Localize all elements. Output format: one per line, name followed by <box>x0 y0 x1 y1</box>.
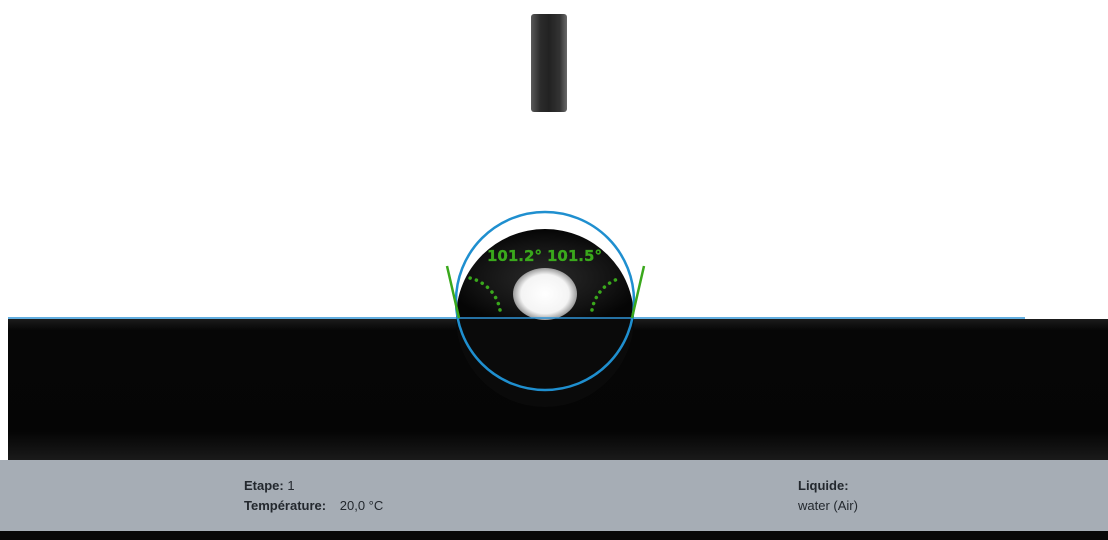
temperature-info: Température: 20,0 °C <box>244 498 383 514</box>
liquid-label: Liquide: <box>798 478 849 493</box>
camera-view: 101.2° 101.5° <box>0 0 1108 460</box>
droplet-highlight <box>513 268 577 320</box>
temperature-label: Température: <box>244 498 327 513</box>
step-label: Etape: <box>244 478 284 493</box>
temperature-value: 20,0 °C <box>339 498 384 513</box>
bottom-edge <box>0 531 1108 540</box>
step-value: 1 <box>287 478 295 493</box>
right-contact-angle: 101.5° <box>547 247 602 265</box>
measurement-info-bar: Etape: 1 Température: 20,0 °C Liquide: w… <box>0 460 1108 531</box>
left-contact-angle: 101.2° <box>487 247 542 265</box>
syringe-needle <box>531 14 567 112</box>
liquid-value: water (Air) <box>798 498 858 513</box>
step-info: Etape: 1 <box>244 478 295 494</box>
